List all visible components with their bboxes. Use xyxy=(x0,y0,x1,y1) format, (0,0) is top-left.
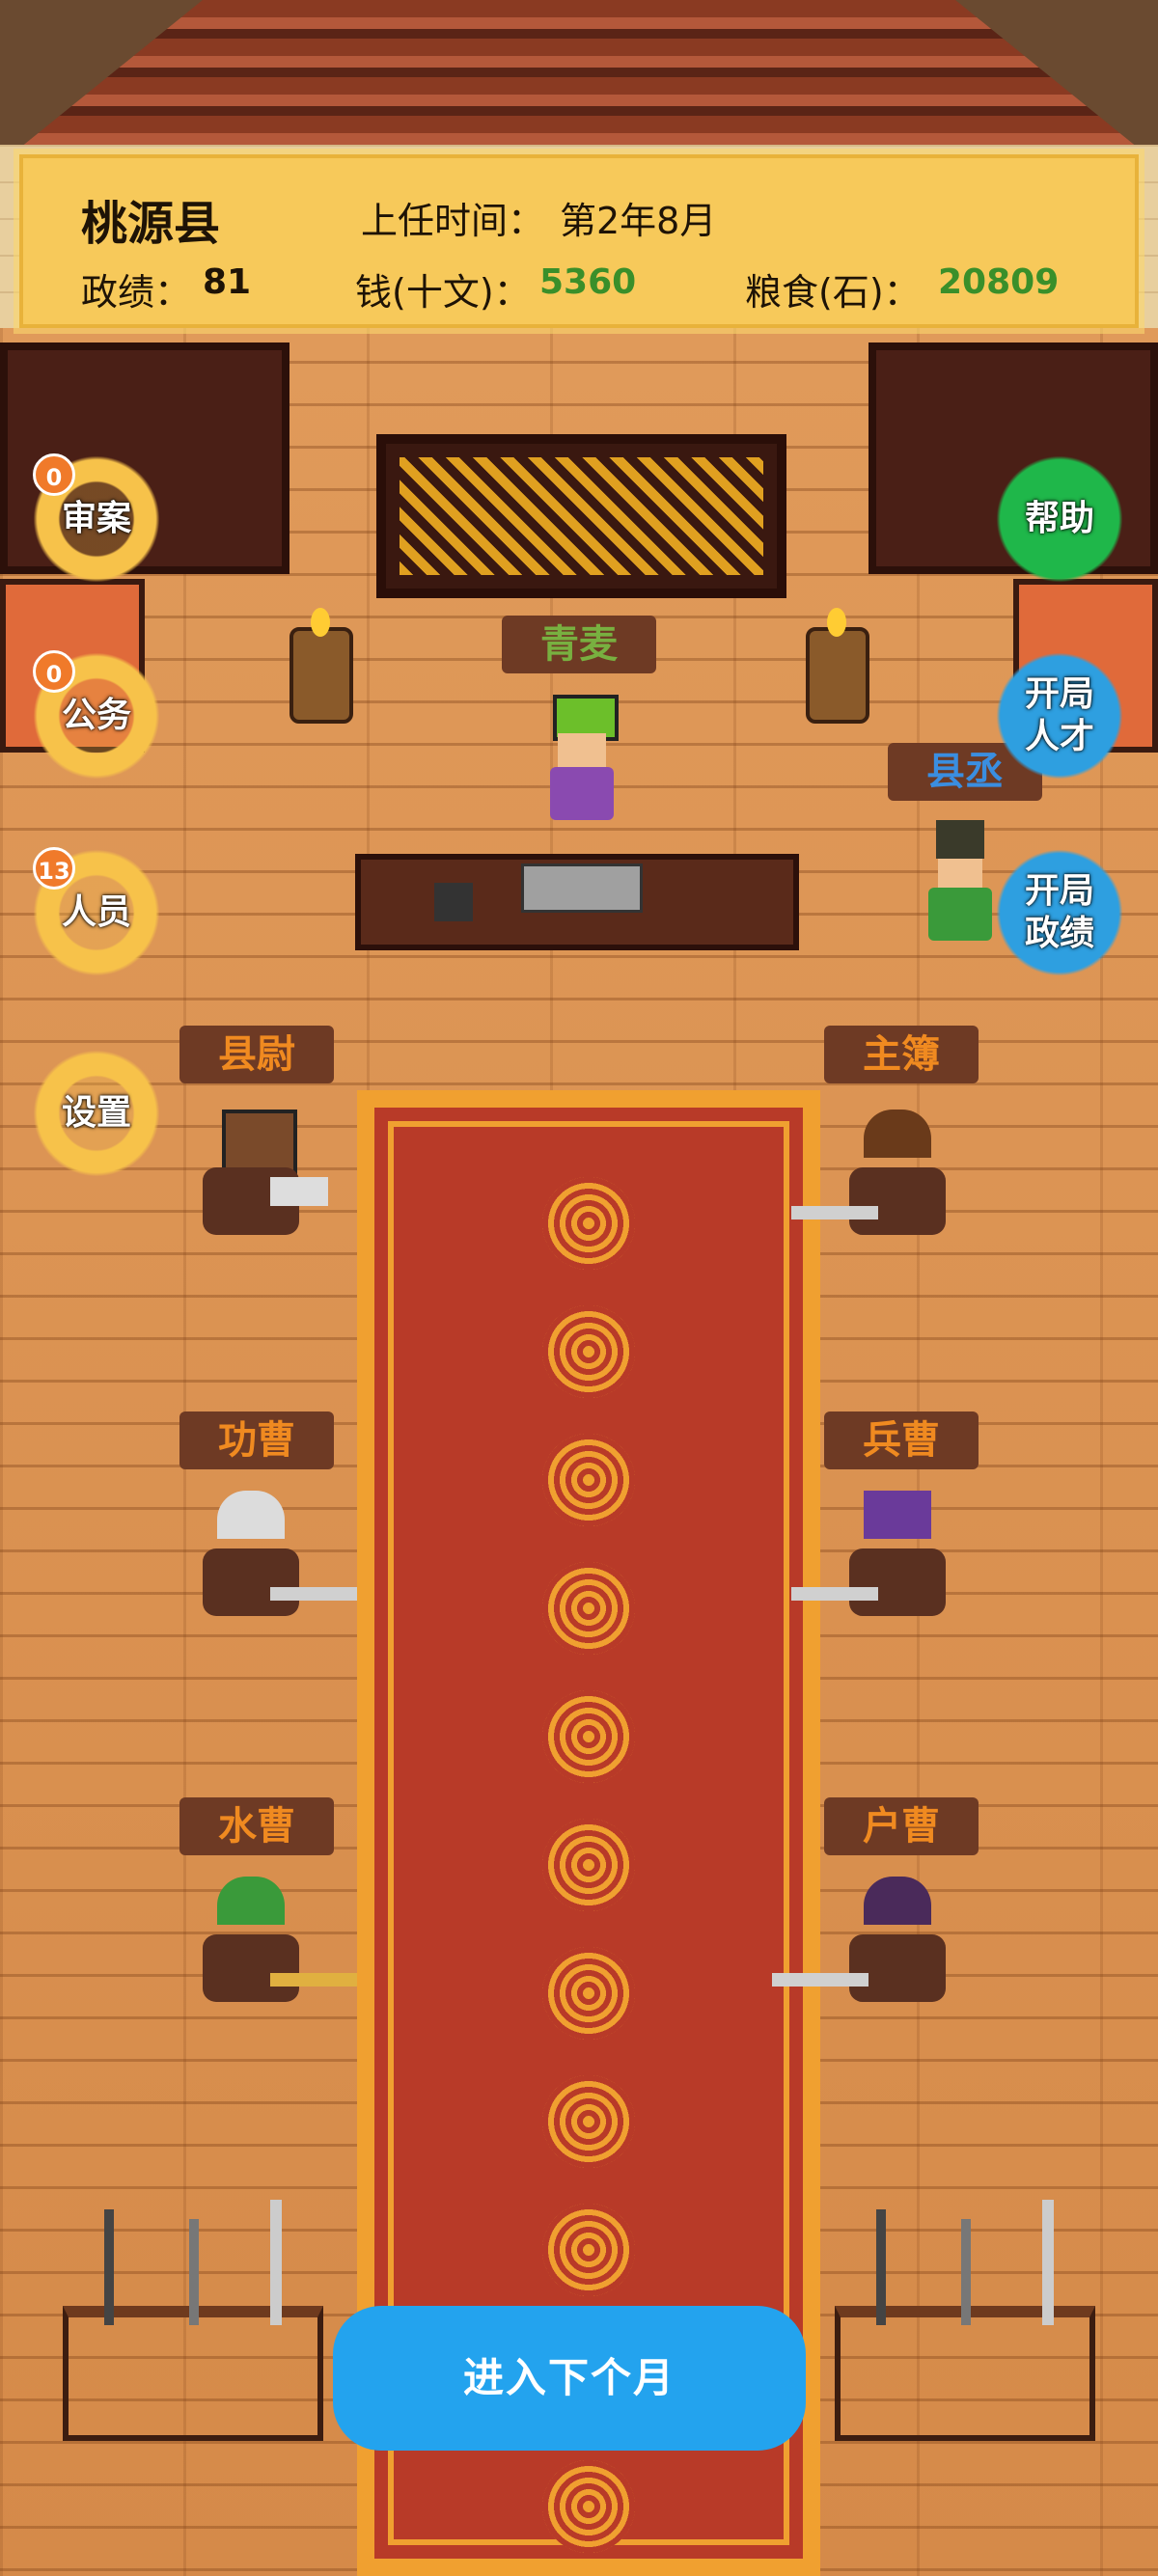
carpet-medallion xyxy=(542,1177,635,1270)
decorative-screen xyxy=(376,434,786,598)
official-name-left-2: 功曹 xyxy=(179,1411,334,1469)
grain-label: 粮食(石)： xyxy=(745,271,921,314)
status-header: 桃源县 上任时间： 第2年8月 政绩： 81 钱(十文)： 5360 粮食(石)… xyxy=(19,154,1139,328)
magistrate-figure[interactable] xyxy=(529,695,635,820)
case-trial-label: 审案 xyxy=(61,499,131,538)
start-merit-line1: 开局 xyxy=(1024,871,1094,911)
start-talent-label: 开局 人才 xyxy=(1025,673,1094,758)
help-label: 帮助 xyxy=(1024,499,1094,538)
grain-value: 20809 xyxy=(938,262,1060,302)
glaive-icon xyxy=(270,2200,282,2325)
next-month-button[interactable]: 进入下个月 xyxy=(333,2306,806,2451)
glaive-icon xyxy=(1042,2200,1054,2325)
term-label: 上任时间： xyxy=(361,200,545,242)
weapon-rack-right xyxy=(835,2306,1095,2441)
start-merit-button[interactable]: 开局 政绩 xyxy=(992,845,1127,980)
flame-icon xyxy=(311,608,330,637)
duties-count-badge: 0 xyxy=(33,650,75,693)
official-figure-right-2[interactable] xyxy=(791,1491,955,1616)
lamp-right-icon xyxy=(806,627,869,724)
flame-icon xyxy=(827,608,846,637)
magistrate-name: 青麦 xyxy=(502,616,656,673)
merit-label: 政绩： xyxy=(81,271,192,314)
start-merit-label: 开局 政绩 xyxy=(1025,870,1094,955)
spear-icon xyxy=(876,2209,886,2325)
weapon-rack-left xyxy=(63,2306,323,2441)
carpet-medallion xyxy=(542,2460,635,2553)
carpet-medallion xyxy=(542,2075,635,2168)
term-value: 第2年8月 xyxy=(560,200,717,242)
start-talent-line2: 人才 xyxy=(1024,717,1094,756)
carpet-medallion xyxy=(542,1434,635,1526)
carpet-medallion xyxy=(542,1305,635,1398)
money-value: 5360 xyxy=(539,262,637,302)
case-count-badge: 0 xyxy=(33,453,75,496)
start-talent-button[interactable]: 开局 人才 xyxy=(992,648,1127,783)
personnel-count-badge: 13 xyxy=(33,847,75,890)
document-stack-icon xyxy=(521,863,643,913)
start-talent-line1: 开局 xyxy=(1024,674,1094,714)
merit-value: 81 xyxy=(203,262,252,302)
lamp-left-icon xyxy=(290,627,353,724)
personnel-label: 人员 xyxy=(61,892,131,932)
deputy-figure[interactable] xyxy=(917,820,1004,945)
help-button[interactable]: 帮助 xyxy=(992,452,1127,587)
carpet-medallion xyxy=(542,1947,635,2040)
official-name-left-3: 水曹 xyxy=(179,1797,334,1855)
carpet-medallion xyxy=(542,1819,635,1911)
official-name-left-1: 县尉 xyxy=(179,1026,334,1083)
halberd-icon xyxy=(189,2219,199,2325)
official-figure-right-3[interactable] xyxy=(772,1877,955,2002)
official-figure-left-3[interactable] xyxy=(203,1877,357,2002)
spear-icon xyxy=(104,2209,114,2325)
official-figure-left-1[interactable] xyxy=(203,1110,328,1235)
inkstone-icon xyxy=(434,883,473,921)
settings-label: 设置 xyxy=(61,1093,131,1133)
carpet-medallion xyxy=(542,1562,635,1655)
settings-button[interactable]: 设置 xyxy=(29,1046,164,1181)
money-label: 钱(十文)： xyxy=(355,271,531,314)
official-figure-left-2[interactable] xyxy=(203,1491,357,1616)
official-name-right-1: 主簿 xyxy=(824,1026,979,1083)
halberd-icon xyxy=(961,2219,971,2325)
county-name: 桃源县 xyxy=(81,197,221,251)
start-merit-line2: 政绩 xyxy=(1024,914,1094,953)
carpet-medallion xyxy=(542,1690,635,1783)
official-figure-right-1[interactable] xyxy=(791,1110,955,1235)
official-duties-label: 公务 xyxy=(61,696,131,735)
official-name-right-2: 兵曹 xyxy=(824,1411,979,1469)
carpet-medallion xyxy=(542,2204,635,2296)
official-name-right-3: 户曹 xyxy=(824,1797,979,1855)
